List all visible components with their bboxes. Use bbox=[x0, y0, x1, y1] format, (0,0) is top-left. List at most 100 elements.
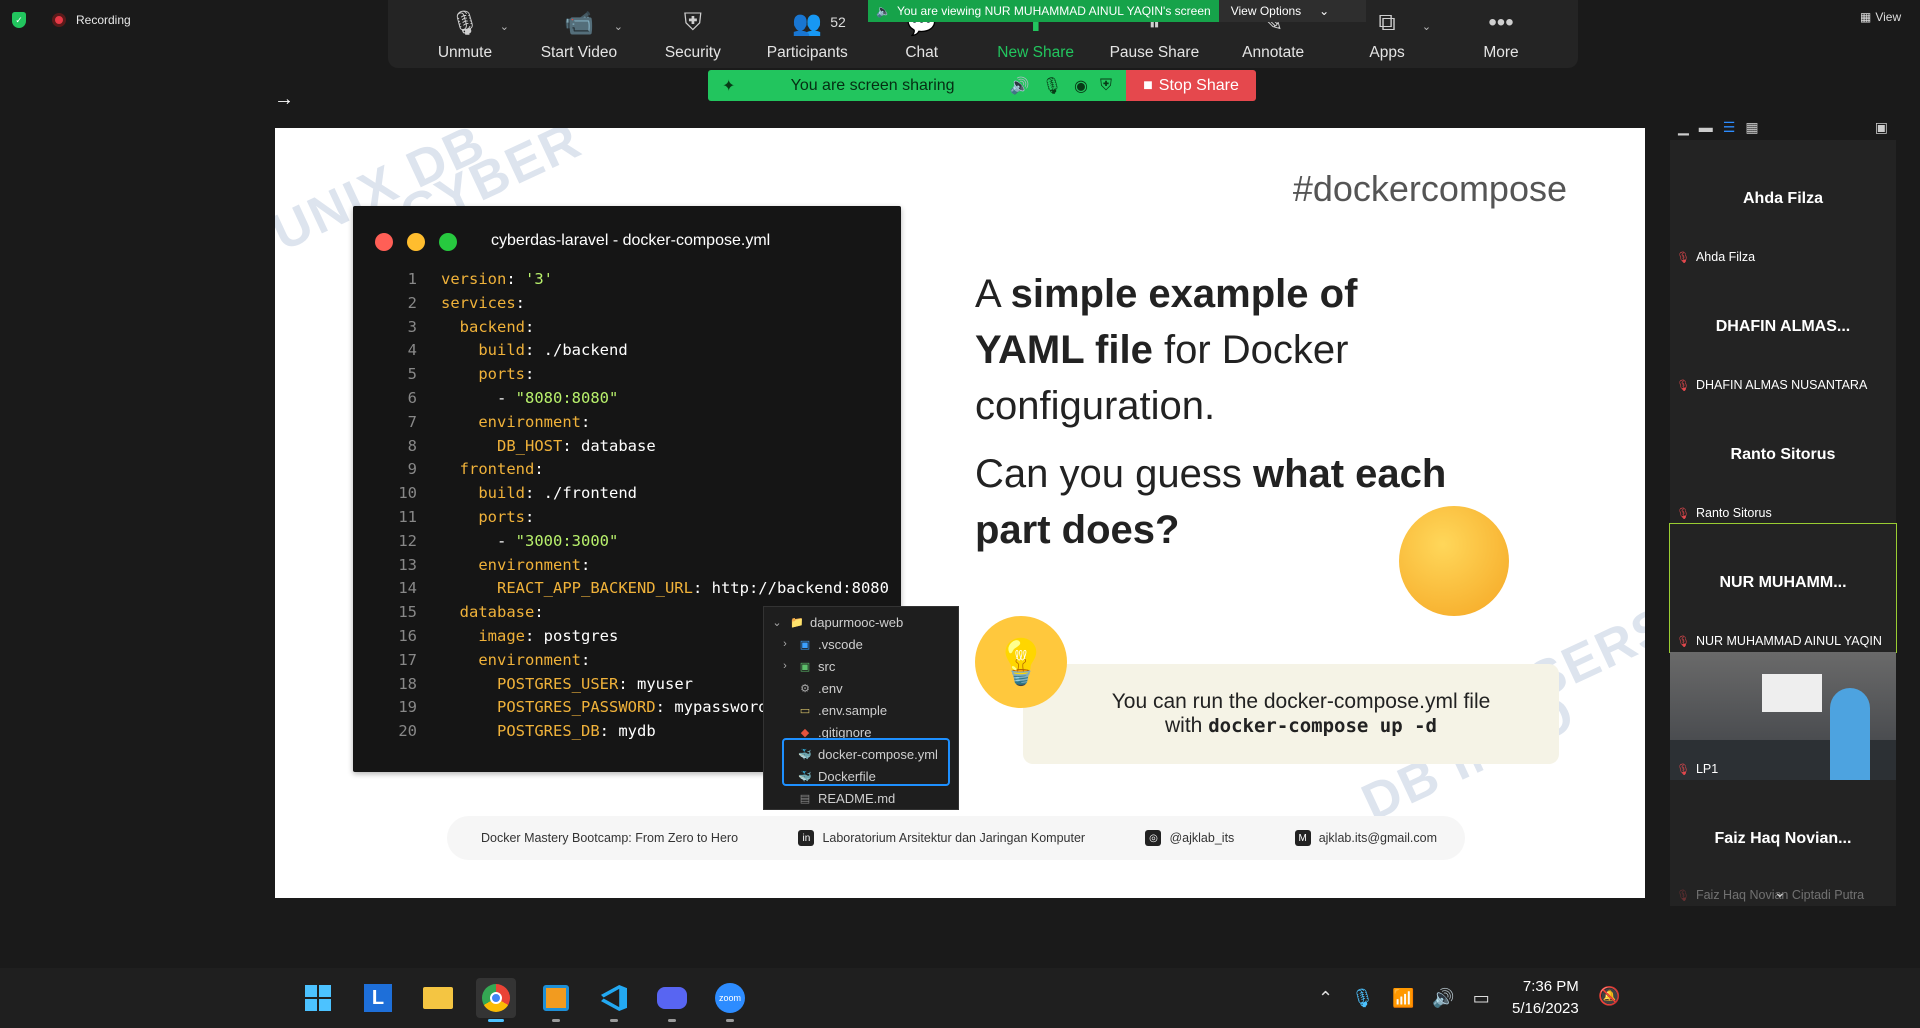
file-tree-item[interactable]: ▤ README.md bbox=[764, 787, 958, 809]
shield-icon[interactable]: ⛨ bbox=[1100, 77, 1112, 95]
code-line: 7 environment: bbox=[381, 411, 889, 435]
clock[interactable]: 7:36 PM 5/16/2023 bbox=[1512, 976, 1579, 1020]
minimize-icon[interactable]: ▁ bbox=[1678, 119, 1689, 136]
participants-button[interactable]: 👥 52 Participants bbox=[767, 8, 848, 62]
code-value: ./backend bbox=[543, 341, 628, 360]
file-tree-item[interactable]: › ▣ .vscode bbox=[764, 633, 958, 655]
shared-slide: UNIX DB CYBER DB INFO ANYSERS #dockercom… bbox=[275, 128, 1645, 898]
security-button[interactable]: ⛨ Security bbox=[653, 8, 733, 62]
highlight-box bbox=[782, 738, 950, 786]
strip-view-icon[interactable]: ☰ bbox=[1723, 119, 1736, 136]
tip-line: You can run the docker-compose.yml file bbox=[1111, 690, 1491, 713]
lasso-icon[interactable]: L bbox=[358, 978, 398, 1018]
stop-share-button[interactable]: ■ Stop Share bbox=[1126, 70, 1256, 101]
chevron-up-icon[interactable]: ⌃ bbox=[1318, 988, 1333, 1009]
line-number: 4 bbox=[407, 341, 417, 360]
single-view-icon[interactable]: ▬ bbox=[1699, 119, 1713, 135]
mic-off-icon[interactable]: 🎙 bbox=[1042, 76, 1062, 96]
video-off-icon: 📹 bbox=[563, 9, 594, 37]
chevron-down-icon[interactable]: ⌄ bbox=[1422, 20, 1431, 33]
participant-label: 🎙 LP1 bbox=[1676, 762, 1718, 776]
unmute-button[interactable]: 🎙 Unmute ⌄ bbox=[425, 8, 509, 62]
speaker-icon[interactable]: 🔊 bbox=[1010, 76, 1030, 96]
code-key: database bbox=[459, 603, 535, 622]
grid-view-icon[interactable]: ▦ bbox=[1745, 119, 1758, 136]
code-key: ports bbox=[478, 365, 525, 384]
chevron-down-icon[interactable]: ⌄ bbox=[1774, 884, 1786, 901]
mic-off-icon: 🎙 bbox=[1676, 889, 1690, 902]
participant-label: 🎙 Ranto Sitorus bbox=[1676, 506, 1772, 520]
file-name: .vscode bbox=[818, 636, 863, 652]
slide-headline: A simple example of YAML file for Docker… bbox=[975, 266, 1475, 434]
slide-footer: Docker Mastery Bootcamp: From Zero to He… bbox=[447, 816, 1465, 860]
drag-handle-icon[interactable]: ✦ bbox=[722, 76, 735, 96]
line-number: 7 bbox=[407, 412, 417, 431]
file-tree-item[interactable]: › ▣ src bbox=[764, 655, 958, 677]
zoom-icon[interactable]: zoom bbox=[710, 978, 750, 1022]
participant-name: NUR MUHAMMAD AINUL YAQIN bbox=[1695, 634, 1882, 648]
participant-name-large: DHAFIN ALMAS... bbox=[1715, 318, 1851, 335]
line-number: 9 bbox=[407, 460, 417, 479]
chrome-icon[interactable] bbox=[476, 978, 516, 1022]
volume-icon[interactable]: 🔊 bbox=[1432, 988, 1454, 1009]
more-button[interactable]: ••• More bbox=[1461, 8, 1541, 62]
file-tree-item[interactable]: ⚙ .env bbox=[764, 677, 958, 699]
code-line: 8 DB_HOST: database bbox=[381, 435, 889, 459]
participant-label: 🎙 Faiz Haq Novian Ciptadi Putra bbox=[1676, 888, 1864, 902]
code-line: 5 ports: bbox=[381, 363, 889, 387]
wifi-icon[interactable]: 📶 bbox=[1392, 988, 1414, 1009]
start-video-button[interactable]: 📹 Start Video ⌄ bbox=[539, 8, 623, 62]
battery-icon[interactable]: ▭ bbox=[1473, 988, 1490, 1009]
code-key: environment bbox=[478, 412, 581, 431]
code-line: 1 version: '3' bbox=[381, 268, 889, 292]
code-value: http://backend:8080 bbox=[711, 579, 889, 598]
participant-tile[interactable]: DHAFIN ALMAS... 🎙 DHAFIN ALMAS NUSANTARA bbox=[1670, 268, 1896, 396]
popout-icon[interactable]: ▣ bbox=[1875, 119, 1888, 136]
participant-tile[interactable]: Ahda Filza 🎙 Ahda Filza bbox=[1670, 140, 1896, 268]
windows-start-icon[interactable] bbox=[298, 978, 338, 1018]
chevron-down-icon[interactable]: ⌄ bbox=[614, 20, 623, 33]
markdown-icon: ▤ bbox=[799, 792, 811, 805]
notification-icon[interactable]: 🔕 bbox=[1598, 986, 1620, 1007]
system-tray: ⌃ 🎙 📶 🔊 ▭ bbox=[1318, 968, 1490, 1028]
code-value: '3' bbox=[525, 270, 553, 288]
code-line: 12 - "3000:3000" bbox=[381, 530, 889, 554]
participant-tile[interactable]: Ranto Sitorus 🎙 Ranto Sitorus bbox=[1670, 396, 1896, 524]
microphone-icon[interactable]: 🎙 bbox=[1351, 988, 1374, 1009]
view-options-button[interactable]: View Options ⌄ bbox=[1219, 0, 1342, 22]
participant-name: Ahda Filza bbox=[1695, 250, 1756, 264]
chat-label: Chat bbox=[905, 44, 939, 61]
participant-name: LP1 bbox=[1695, 762, 1719, 776]
file-explorer-tree: ⌄ 📁 dapurmooc-web › ▣ .vscode › ▣ src ⚙ .env ▭ .env.… bbox=[763, 606, 959, 810]
file-tree-item[interactable]: ⌄ 📁 dapurmooc-web bbox=[764, 611, 958, 633]
vscode-icon[interactable] bbox=[594, 978, 634, 1022]
new-share-label: New Share bbox=[997, 44, 1074, 61]
chevron-down-icon[interactable]: ⌄ bbox=[500, 20, 509, 33]
footer-linkedin-text: Laboratorium Arsitektur dan Jaringan Kom… bbox=[822, 831, 1086, 845]
file-explorer-icon[interactable] bbox=[418, 978, 458, 1018]
code-key: environment bbox=[478, 650, 581, 669]
gear-icon: ⚙ bbox=[800, 682, 810, 695]
pause-share-label: Pause Share bbox=[1109, 44, 1200, 61]
line-number: 10 bbox=[398, 484, 417, 503]
code-value: database bbox=[581, 436, 656, 455]
chevron-down-icon: ⌄ bbox=[772, 616, 782, 629]
discord-icon[interactable] bbox=[652, 978, 692, 1022]
virtualbox-icon[interactable] bbox=[536, 978, 576, 1022]
code-key: frontend bbox=[459, 460, 535, 479]
slide-question: Can you guess what each part does? bbox=[975, 446, 1455, 558]
record-icon[interactable]: ◉ bbox=[1074, 76, 1088, 96]
view-button[interactable]: ▦ View bbox=[1860, 10, 1901, 24]
thinking-face-icon bbox=[1399, 506, 1509, 616]
footer-linkedin: in Laboratorium Arsitektur dan Jaringan K… bbox=[798, 830, 1085, 846]
file-icon: ▭ bbox=[799, 704, 811, 717]
mic-off-icon: 🎙 bbox=[1676, 763, 1690, 776]
tip-line: with docker-compose up -d bbox=[1165, 714, 1437, 738]
file-tree-item[interactable]: ▭ .env.sample bbox=[764, 699, 958, 721]
participant-tile-active-speaker[interactable]: NUR MUHAMM... 🎙 NUR MUHAMMAD AINUL YAQIN bbox=[1669, 523, 1897, 653]
participant-video-tile[interactable]: 🎙 LP1 bbox=[1670, 652, 1896, 780]
